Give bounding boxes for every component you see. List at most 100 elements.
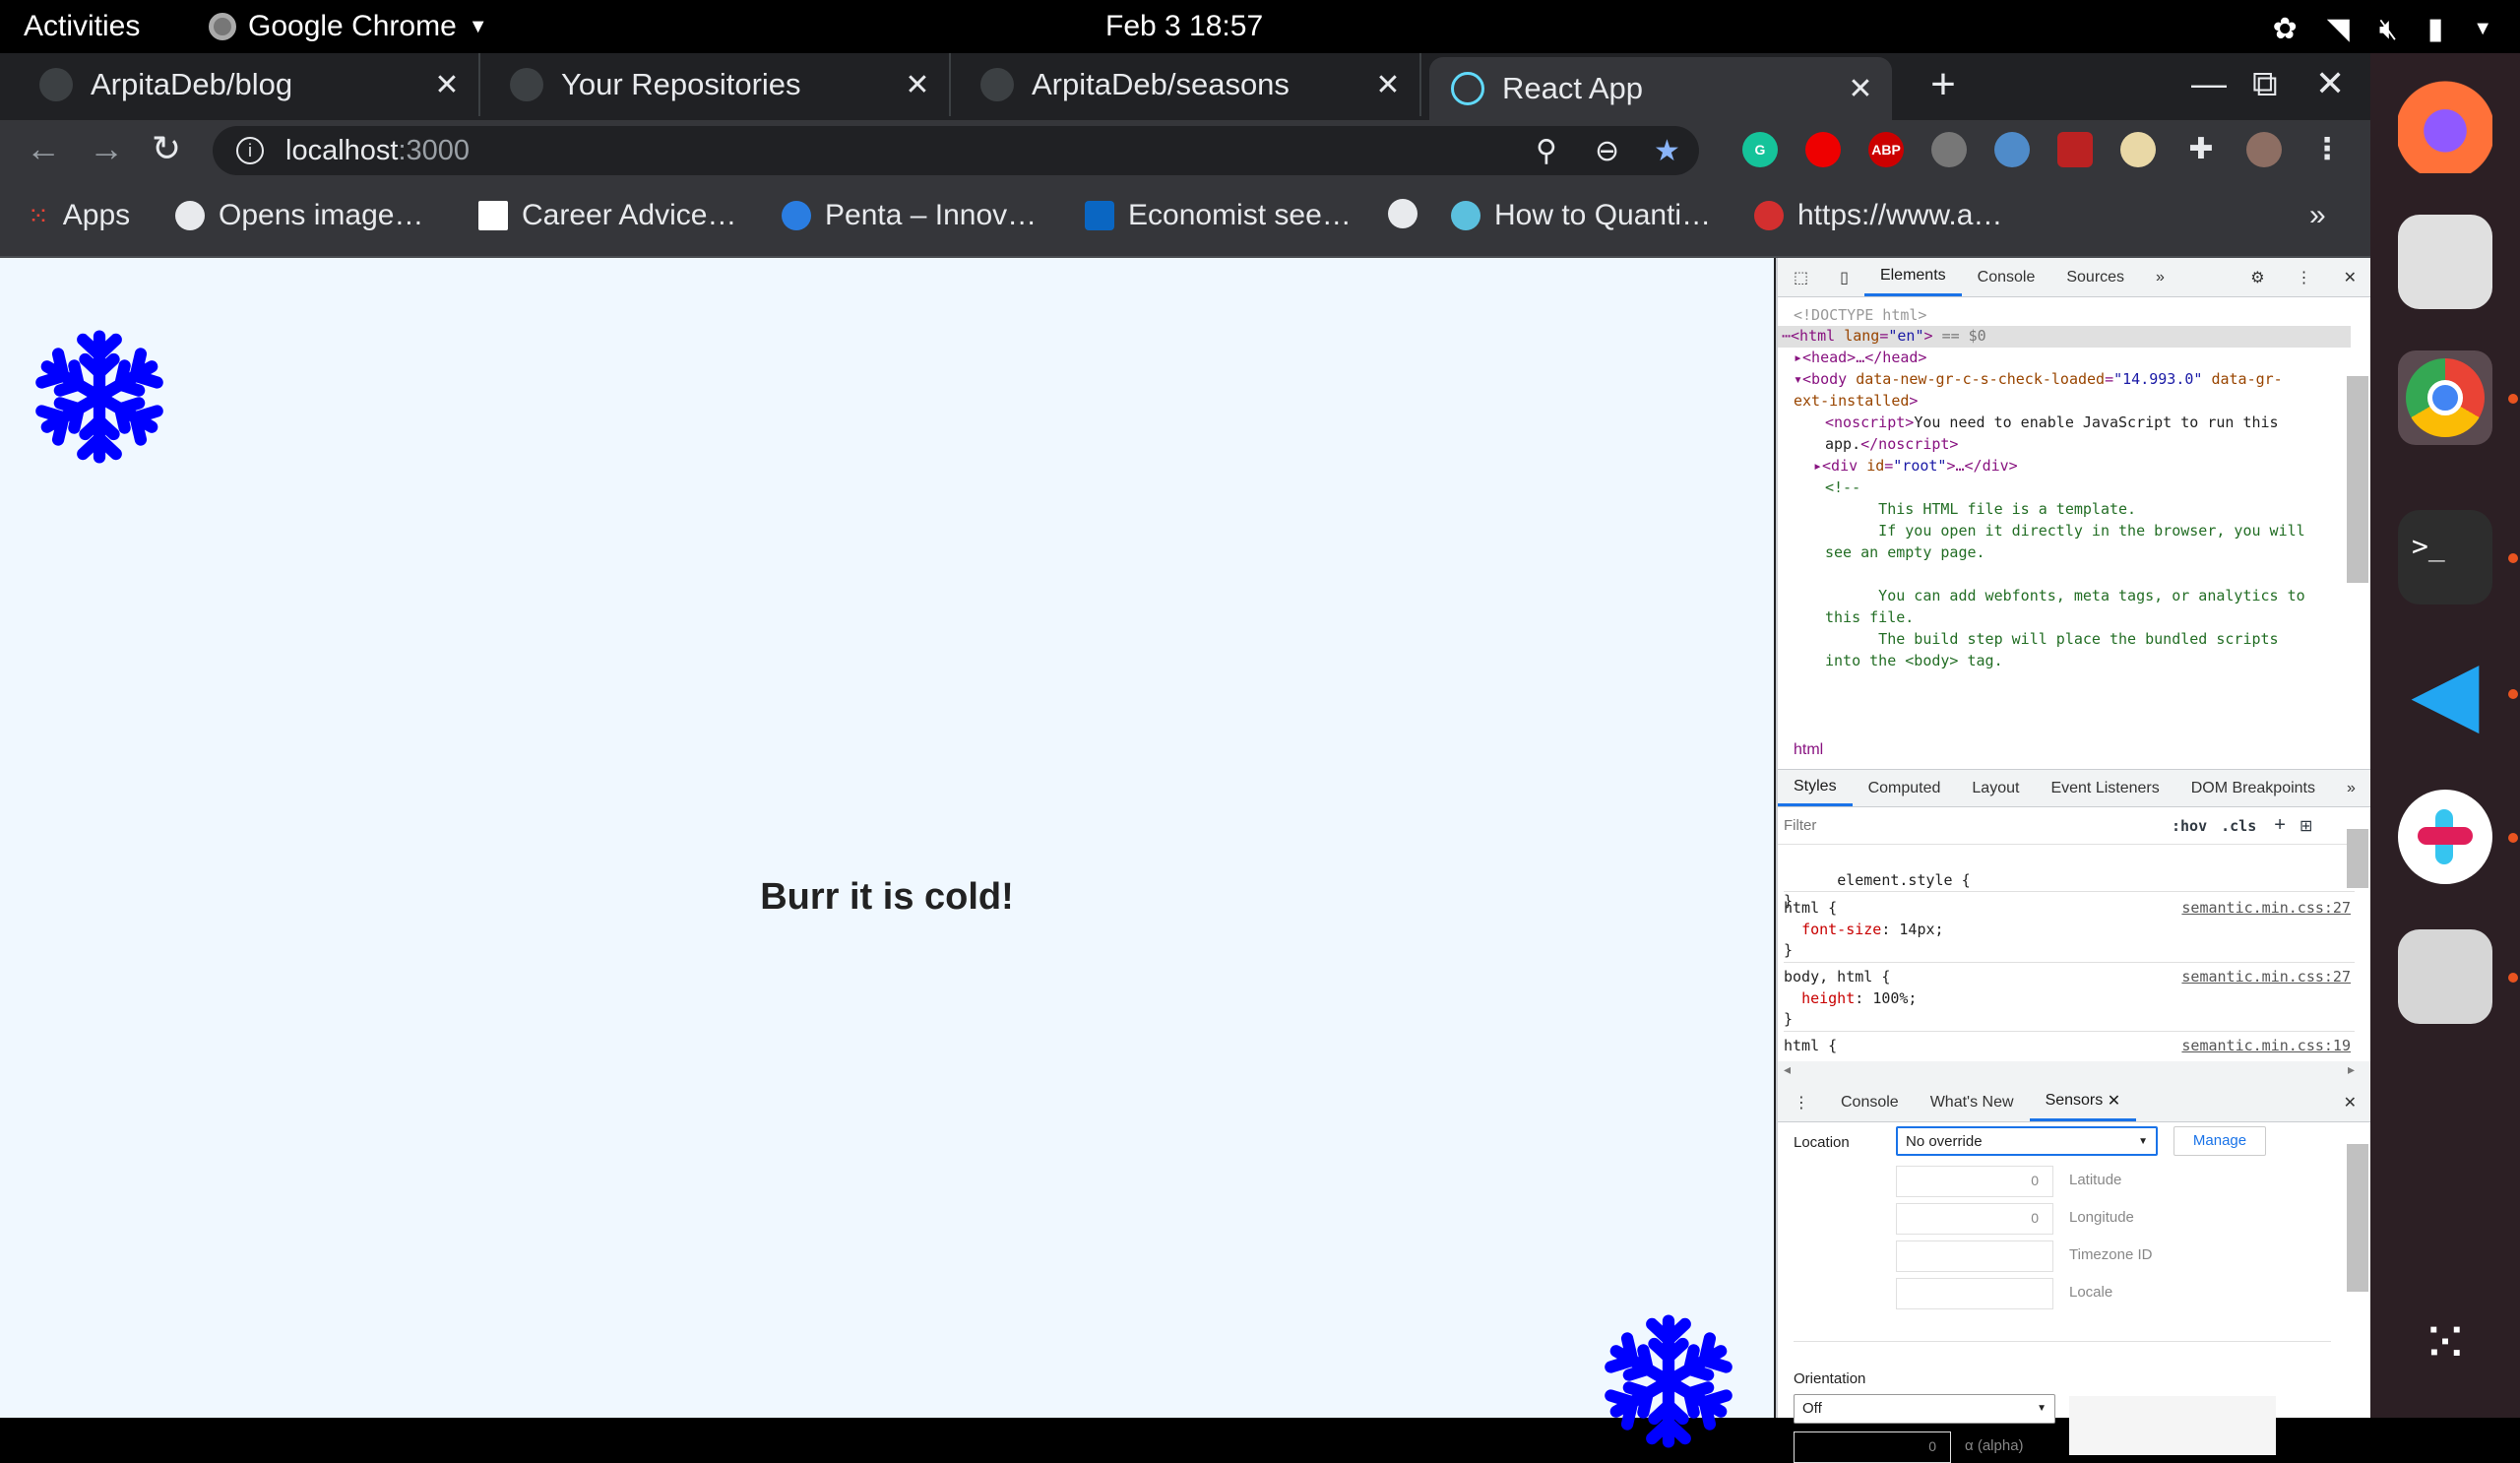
system-tray[interactable]: ✿ ◥ 🔇︎ ▮ ▼ [2273,12,2492,46]
firefox-icon[interactable] [2398,79,2492,173]
dom-scrollbar[interactable] [2347,376,2368,583]
close-icon[interactable]: ✕ [2328,258,2372,296]
tab-seasons[interactable]: ArpitaDeb/seasons ✕ [959,53,1421,116]
close-icon[interactable]: ✕ [1368,68,1408,102]
css-source-link[interactable]: semantic.min.css:27 [2181,967,2351,988]
close-drawer-icon[interactable]: ✕ [2328,1083,2372,1121]
add-rule-icon[interactable]: + [2274,814,2286,837]
filter-input[interactable] [1784,817,2158,834]
location-select[interactable]: No override ▼ [1896,1126,2158,1156]
extension-icon[interactable] [1994,132,2030,167]
files-icon[interactable] [2398,929,2492,1024]
avatar[interactable] [2246,132,2282,167]
alpha-input[interactable]: 0 [1794,1431,1951,1463]
forward-icon[interactable]: → [89,128,124,169]
css-prop[interactable]: height [1801,989,1855,1007]
bookmark-item[interactable]: How to Quanti… [1451,199,1711,232]
breadcrumb-html[interactable]: html [1778,731,1839,769]
bookmark-item[interactable]: Career Advice… [478,199,736,232]
image-viewer-icon[interactable] [2398,215,2492,309]
close-icon[interactable]: ✕ [427,68,467,102]
bookmark-star-icon[interactable]: ★ [1654,134,1680,168]
activities-button[interactable]: Activities [24,10,140,43]
menu-icon[interactable]: ⋮ [2309,132,2345,167]
gear-icon[interactable]: ⚙ [2235,258,2280,296]
longitude-input[interactable]: 0 [1896,1203,2053,1235]
kebab-menu-icon[interactable]: ⋮ [2281,258,2328,296]
tab-elements[interactable]: Elements [1863,258,1962,296]
styles-scrollbar[interactable] [2347,829,2368,888]
tab-repositories[interactable]: Your Repositories ✕ [488,53,951,116]
show-apps-icon[interactable]: ⁙ [2398,1304,2492,1398]
puzzle-icon[interactable]: ✚ [2183,132,2219,167]
close-window-icon[interactable]: ✕ [2315,63,2345,104]
app-menu[interactable]: Google Chrome ▼ [209,10,488,43]
tab-styles[interactable]: Styles [1778,770,1853,806]
bookmark-item[interactable]: Penta – Innov… [782,199,1037,232]
info-icon[interactable]: i [236,137,264,164]
bookmark-item[interactable] [1388,199,1418,228]
tab-console[interactable]: Console [1962,258,2051,296]
adblock-icon[interactable]: ABP [1868,132,1904,167]
css-value[interactable]: 14px; [1899,921,1943,938]
address-bar[interactable]: i localhost:3000 ⚲ ⊖ ★ [213,126,1699,175]
tab-computed[interactable]: Computed [1853,770,1957,806]
css-source-link[interactable]: semantic.min.css:19 [2181,1036,2351,1057]
hand-stop-icon[interactable] [1805,132,1841,167]
drawer-tab-sensors[interactable]: Sensors ✕ [2029,1083,2137,1121]
tab-dom-breakpoints[interactable]: DOM Breakpoints [2175,770,2331,806]
new-tab-button[interactable]: + [1920,63,1967,110]
bookmark-item[interactable]: Economist see… [1085,199,1352,232]
inspect-icon[interactable]: ⬚ [1778,258,1824,296]
bookmark-item[interactable]: Opens image… [175,199,423,232]
element-style-rule[interactable]: element.style { } [1784,849,2355,910]
orientation-select[interactable]: Off ▼ [1794,1394,2055,1424]
css-rule[interactable]: html {semantic.min.css:19 [1784,1036,2355,1059]
drawer-tab-whats-new[interactable]: What's New [1915,1083,2030,1121]
drawer-tab-console[interactable]: Console [1825,1083,1915,1121]
css-source-link[interactable]: semantic.min.css:27 [2181,898,2351,920]
location-pin-icon[interactable]: ⚲ [1536,134,1557,168]
tab-blog[interactable]: ArpitaDeb/blog ✕ [18,53,480,116]
reload-icon[interactable]: ↻ [152,128,181,169]
vscode-icon[interactable]: ◀ [2398,646,2492,740]
locale-input[interactable] [1896,1278,2053,1309]
tab-layout[interactable]: Layout [1956,770,2035,806]
manage-button[interactable]: Manage [2174,1126,2266,1156]
bookmark-item[interactable]: https://www.a… [1754,199,2002,232]
chrome-dock-icon[interactable] [2398,350,2492,445]
terminal-icon[interactable]: >_ [2398,510,2492,604]
timezone-input[interactable] [1896,1240,2053,1272]
grammarly-icon[interactable]: G [1742,132,1778,167]
latitude-input[interactable]: 0 [1896,1166,2053,1197]
clock[interactable]: Feb 3 18:57 [1105,10,1263,43]
extension-icon[interactable] [2120,132,2156,167]
tab-event-listeners[interactable]: Event Listeners [2035,770,2174,806]
bookmark-apps[interactable]: ⁙ Apps [28,199,130,232]
css-rule[interactable]: body, html { height: 100%; } semantic.min… [1784,967,2355,1032]
sidebar-toggle-icon[interactable]: ⊞ [2300,816,2312,836]
css-rule[interactable]: html { font-size: 14px; } semantic.min.cs… [1784,898,2355,963]
close-icon[interactable]: ✕ [1841,72,1880,106]
slack-icon[interactable] [2398,790,2492,884]
device-toggle-icon[interactable]: ▯ [1824,258,1864,296]
dom-tree[interactable]: <!DOCTYPE html> ⋯<html lang="en"> == $0 … [1778,297,2351,671]
extension-icon[interactable] [1931,132,1967,167]
css-prop[interactable]: font-size [1801,921,1881,938]
cls-toggle[interactable]: .cls [2221,817,2256,835]
extension-icon[interactable] [2057,132,2093,167]
css-value[interactable]: 100%; [1872,989,1917,1007]
sensors-scrollbar[interactable] [2347,1144,2368,1292]
tab-sources[interactable]: Sources [2050,258,2140,296]
zoom-icon[interactable]: ⊖ [1595,134,1619,168]
horizontal-scrollbar[interactable]: ◂ ▸ [1778,1061,2372,1083]
more-tabs-icon[interactable]: » [2331,770,2371,806]
hov-toggle[interactable]: :hov [2172,817,2207,835]
back-icon[interactable]: ← [26,128,61,169]
more-tabs-icon[interactable]: » [2140,258,2180,296]
drawer-menu-icon[interactable]: ⋮ [1778,1083,1825,1121]
maximize-icon[interactable]: ⧉ [2252,63,2278,105]
close-icon[interactable]: ✕ [898,68,937,102]
tab-react-app[interactable]: React App ✕ [1429,57,1892,120]
minimize-icon[interactable]: — [2191,63,2227,104]
